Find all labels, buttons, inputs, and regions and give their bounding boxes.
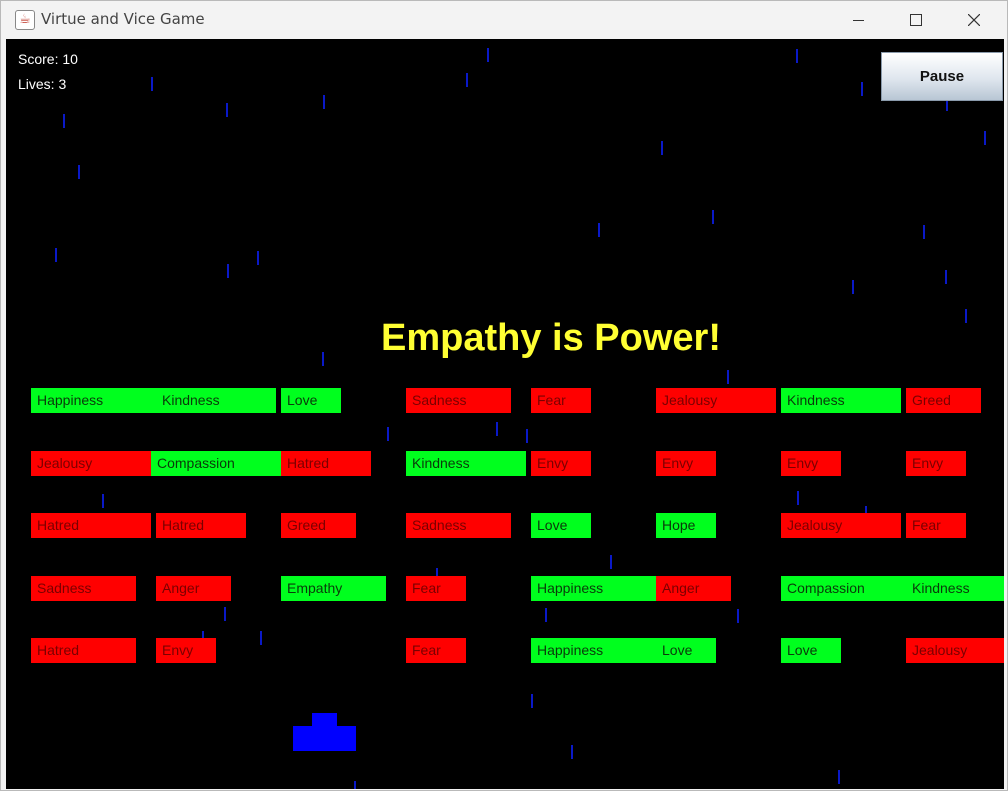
vice-block: Envy — [156, 638, 216, 663]
rain-drop — [727, 370, 729, 384]
rain-drop — [226, 103, 228, 117]
vice-block: Fear — [906, 513, 966, 538]
virtue-block: Compassion — [781, 576, 906, 601]
lives-label: Lives: 3 — [18, 76, 67, 92]
game-window: ☕ Virtue and Vice Game Score: 10 Lives: … — [0, 0, 1008, 791]
rain-drop — [598, 223, 600, 237]
rain-drop — [610, 555, 612, 569]
rain-drop — [712, 210, 714, 224]
rain-drop — [526, 429, 528, 443]
vice-block: Greed — [906, 388, 981, 413]
rain-drop — [63, 114, 65, 128]
virtue-block: Hope — [656, 513, 716, 538]
virtue-block: Happiness — [531, 638, 656, 663]
rain-drop — [661, 141, 663, 155]
vice-block: Fear — [406, 576, 466, 601]
close-icon[interactable] — [945, 1, 1003, 39]
vice-block: Hatred — [31, 513, 151, 538]
rain-drop — [151, 77, 153, 91]
virtue-block: Love — [531, 513, 591, 538]
minimize-icon[interactable] — [829, 1, 887, 39]
maximize-icon[interactable] — [887, 1, 945, 39]
rain-drop — [984, 131, 986, 145]
rain-drop — [571, 745, 573, 759]
vice-block: Jealousy — [906, 638, 1004, 663]
game-canvas[interactable]: Score: 10 Lives: 3 Pause Empathy is Powe… — [6, 39, 1004, 789]
window-title: Virtue and Vice Game — [41, 10, 205, 28]
vice-block: Envy — [656, 451, 716, 476]
virtue-block: Happiness — [31, 388, 156, 413]
rain-drop — [861, 82, 863, 96]
game-message: Empathy is Power! — [381, 317, 721, 359]
vice-block: Hatred — [156, 513, 246, 538]
vice-block: Anger — [156, 576, 231, 601]
player-turret — [312, 713, 337, 727]
rain-drop — [545, 608, 547, 622]
rain-drop — [55, 248, 57, 262]
title-bar[interactable]: ☕ Virtue and Vice Game — [1, 1, 1007, 39]
vice-block: Hatred — [31, 638, 136, 663]
rain-drop — [78, 165, 80, 179]
rain-drop — [838, 770, 840, 784]
virtue-block: Love — [281, 388, 341, 413]
rain-drop — [227, 264, 229, 278]
rain-drop — [797, 491, 799, 505]
rain-drop — [466, 73, 468, 87]
rain-drop — [945, 270, 947, 284]
rain-drop — [224, 607, 226, 621]
rain-drop — [496, 422, 498, 436]
rain-drop — [923, 225, 925, 239]
rain-drop — [852, 280, 854, 294]
vice-block: Fear — [531, 388, 591, 413]
rain-drop — [487, 48, 489, 62]
virtue-block: Happiness — [531, 576, 656, 601]
rain-drop — [323, 95, 325, 109]
vice-block: Fear — [406, 638, 466, 663]
java-cup-icon: ☕ — [15, 10, 35, 30]
vice-block: Sadness — [406, 513, 511, 538]
virtue-block: Kindness — [406, 451, 526, 476]
rain-drop — [102, 494, 104, 508]
virtue-block: Kindness — [156, 388, 276, 413]
rain-drop — [387, 427, 389, 441]
virtue-block: Empathy — [281, 576, 386, 601]
rain-drop — [260, 631, 262, 645]
vice-block: Envy — [531, 451, 591, 476]
rain-drop — [796, 49, 798, 63]
player-paddle[interactable] — [293, 726, 356, 751]
vice-block: Envy — [906, 451, 966, 476]
rain-drop — [354, 781, 356, 789]
vice-block: Sadness — [31, 576, 136, 601]
virtue-block: Kindness — [781, 388, 901, 413]
score-label: Score: 10 — [18, 51, 78, 67]
rain-drop — [531, 694, 533, 708]
vice-block: Hatred — [281, 451, 371, 476]
vice-block: Jealousy — [781, 513, 901, 538]
rain-drop — [737, 609, 739, 623]
vice-block: Jealousy — [31, 451, 151, 476]
virtue-block: Kindness — [906, 576, 1004, 601]
virtue-block: Love — [781, 638, 841, 663]
virtue-block: Compassion — [151, 451, 281, 476]
vice-block: Jealousy — [656, 388, 776, 413]
vice-block: Sadness — [406, 388, 511, 413]
pause-button[interactable]: Pause — [881, 52, 1003, 101]
vice-block: Anger — [656, 576, 731, 601]
virtue-block: Love — [656, 638, 716, 663]
rain-drop — [257, 251, 259, 265]
vice-block: Envy — [781, 451, 841, 476]
vice-block: Greed — [281, 513, 356, 538]
